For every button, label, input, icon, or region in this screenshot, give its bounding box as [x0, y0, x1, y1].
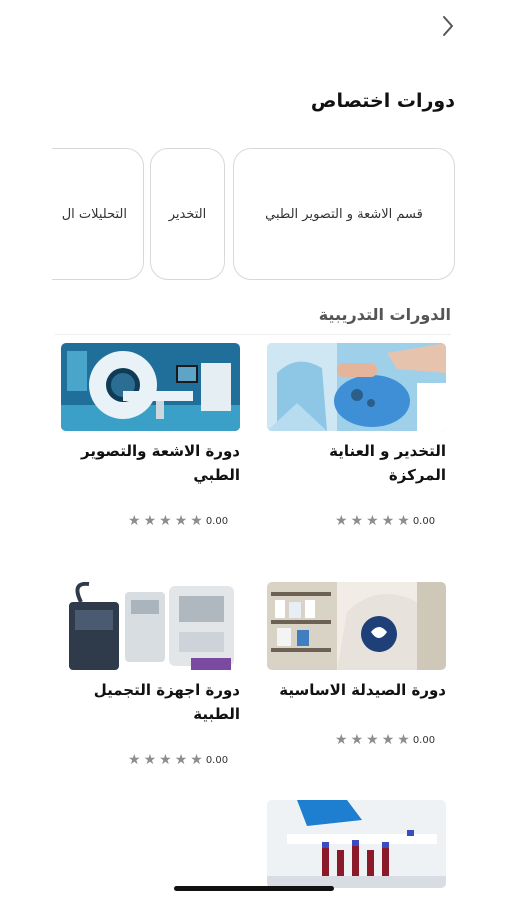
star-icon: ★ [190, 752, 203, 768]
lab-tubes-photo [267, 800, 446, 888]
star-icon: ★ [128, 752, 141, 768]
star-icon: ★ [350, 732, 364, 748]
chip-lab-analysis[interactable]: التحليلات ال [52, 148, 144, 280]
star-icon: ★ [174, 752, 188, 768]
course-card-cosmetic-devices[interactable]: دورة اجهزة التجميل الطبية [61, 582, 240, 726]
chevron-right-icon [443, 16, 453, 36]
course-card-pharmacy[interactable]: دورة الصيدلة الاساسية [267, 582, 446, 726]
course-title: دورة الاشعة والتصوير الطبي [81, 442, 240, 484]
course-rating: ★ ★ ★ ★ ★ 0.00 [335, 514, 438, 528]
rating-stars: ★ ★ ★ ★ ★ [335, 514, 410, 528]
star-icon: ★ [143, 752, 157, 768]
star-icon: ★ [350, 513, 364, 529]
star-icon: ★ [366, 513, 379, 529]
star-icon: ★ [381, 732, 395, 748]
rating-value: 0.00 [412, 734, 436, 746]
star-icon: ★ [381, 513, 395, 529]
star-icon: ★ [159, 752, 172, 768]
star-icon: ★ [397, 732, 410, 748]
rating-stars: ★ ★ ★ ★ ★ [335, 733, 410, 747]
home-indicator[interactable] [174, 886, 334, 891]
course-card-radiology[interactable]: دورة الاشعة والتصوير الطبي [61, 343, 240, 487]
chip-anesthesia[interactable]: التخدير [150, 148, 225, 280]
star-icon: ★ [128, 513, 141, 529]
star-icon: ★ [143, 513, 157, 529]
rating-value: 0.00 [205, 515, 229, 527]
course-title: دورة اجهزة التجميل الطبية [93, 681, 240, 723]
rating-stars: ★ ★ ★ ★ ★ [128, 514, 203, 528]
course-rating: ★ ★ ★ ★ ★ 0.00 [335, 733, 438, 747]
rating-value: 0.00 [412, 515, 436, 527]
training-title: الدورات التدريبية [318, 305, 451, 324]
chip-radiology[interactable]: قسم الاشعة و التصوير الطبي [233, 148, 455, 280]
course-title: دورة الصيدلة الاساسية [279, 681, 446, 699]
star-icon: ★ [159, 513, 172, 529]
star-icon: ★ [335, 513, 348, 529]
specialty-chips[interactable]: قسم الاشعة و التصوير الطبي التخدير التحل… [52, 148, 456, 282]
rating-value: 0.00 [205, 754, 229, 766]
section-title: دورات اختصاص [310, 90, 455, 112]
cosmetic-devices-photo [61, 582, 240, 670]
star-icon: ★ [335, 732, 348, 748]
course-rating: ★ ★ ★ ★ ★ 0.00 [128, 514, 231, 528]
star-icon: ★ [366, 732, 379, 748]
course-title: التخدير و العناية المركزة [329, 442, 446, 484]
star-icon: ★ [397, 513, 410, 529]
mri-scanner-photo [61, 343, 240, 431]
star-icon: ★ [190, 513, 203, 529]
rating-stars: ★ ★ ★ ★ ★ [128, 753, 203, 767]
back-button[interactable] [436, 12, 460, 40]
anesthesia-photo [267, 343, 446, 431]
pharmacy-photo [267, 582, 446, 670]
course-card-lab[interactable] [267, 800, 446, 888]
divider [55, 334, 451, 335]
star-icon: ★ [174, 513, 188, 529]
course-rating: ★ ★ ★ ★ ★ 0.00 [128, 753, 231, 767]
course-card-anesthesia[interactable]: التخدير و العناية المركزة [267, 343, 446, 487]
